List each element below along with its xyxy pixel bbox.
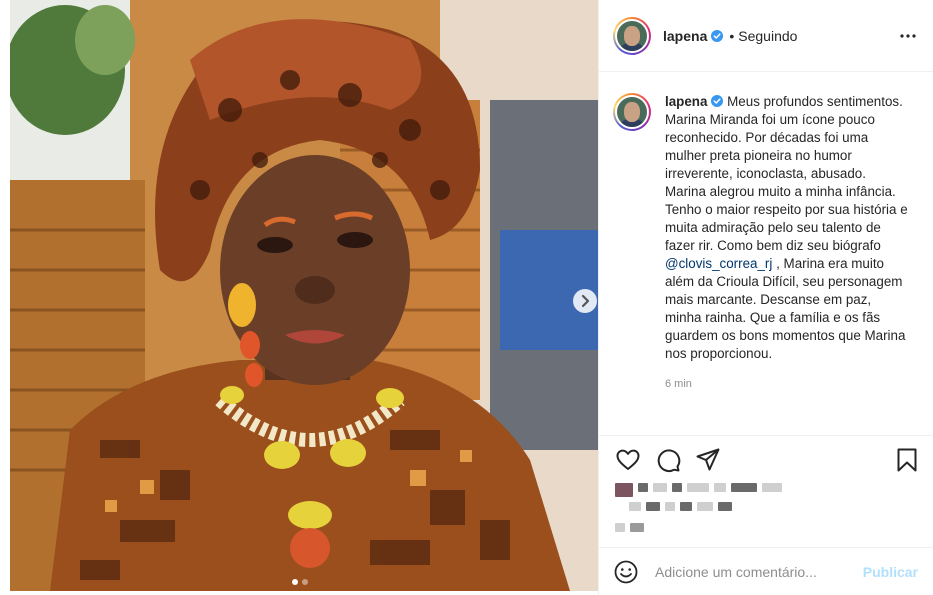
carousel-dot [302, 579, 308, 585]
paper-plane-icon[interactable] [695, 447, 721, 473]
caption-text: Meus profundos sentimentos. Marina Miran… [665, 94, 908, 253]
carousel-indicator [292, 579, 308, 585]
more-horizontal-icon[interactable] [899, 27, 917, 45]
add-comment-bar: Publicar [599, 547, 933, 595]
next-slide-button[interactable] [573, 289, 597, 313]
post-details-panel: lapena • Seguindo lapena Meus profundos … [598, 0, 933, 595]
username[interactable]: lapena [663, 28, 707, 44]
verified-badge-icon [711, 29, 724, 42]
smiley-icon[interactable] [613, 559, 639, 585]
likes-summary-redacted [629, 502, 732, 511]
post-header: lapena • Seguindo [599, 0, 933, 72]
follow-status-button[interactable]: Seguindo [738, 28, 797, 44]
caption-mention-link[interactable]: @clovis_correa_rj [665, 256, 772, 271]
chevron-right-icon [581, 294, 590, 308]
heart-icon[interactable] [615, 447, 641, 473]
photo-illustration [10, 0, 598, 591]
carousel-dot-active [292, 579, 298, 585]
caption-avatar[interactable] [613, 93, 651, 131]
post-date-redacted [615, 523, 644, 532]
comment-icon[interactable] [655, 447, 681, 473]
action-bar [599, 435, 933, 547]
separator-dot: • [729, 27, 735, 44]
verified-badge-icon [711, 95, 724, 107]
post-photo[interactable] [10, 0, 598, 591]
comment-input[interactable] [655, 563, 855, 580]
caption-text-continued: , Marina era muito além da Crioula Difíc… [665, 256, 906, 361]
publish-button[interactable]: Publicar [863, 564, 918, 580]
post-caption: lapena Meus profundos sentimentos. Marin… [599, 73, 933, 435]
caption-body: lapena Meus profundos sentimentos. Marin… [665, 93, 910, 435]
caption-username[interactable]: lapena [665, 94, 707, 109]
avatar[interactable] [613, 16, 651, 55]
post-timestamp[interactable]: 6 min [665, 375, 910, 393]
likes-summary-redacted [615, 483, 782, 497]
bookmark-icon[interactable] [894, 447, 920, 473]
instagram-post: lapena • Seguindo lapena Meus profundos … [0, 0, 933, 595]
